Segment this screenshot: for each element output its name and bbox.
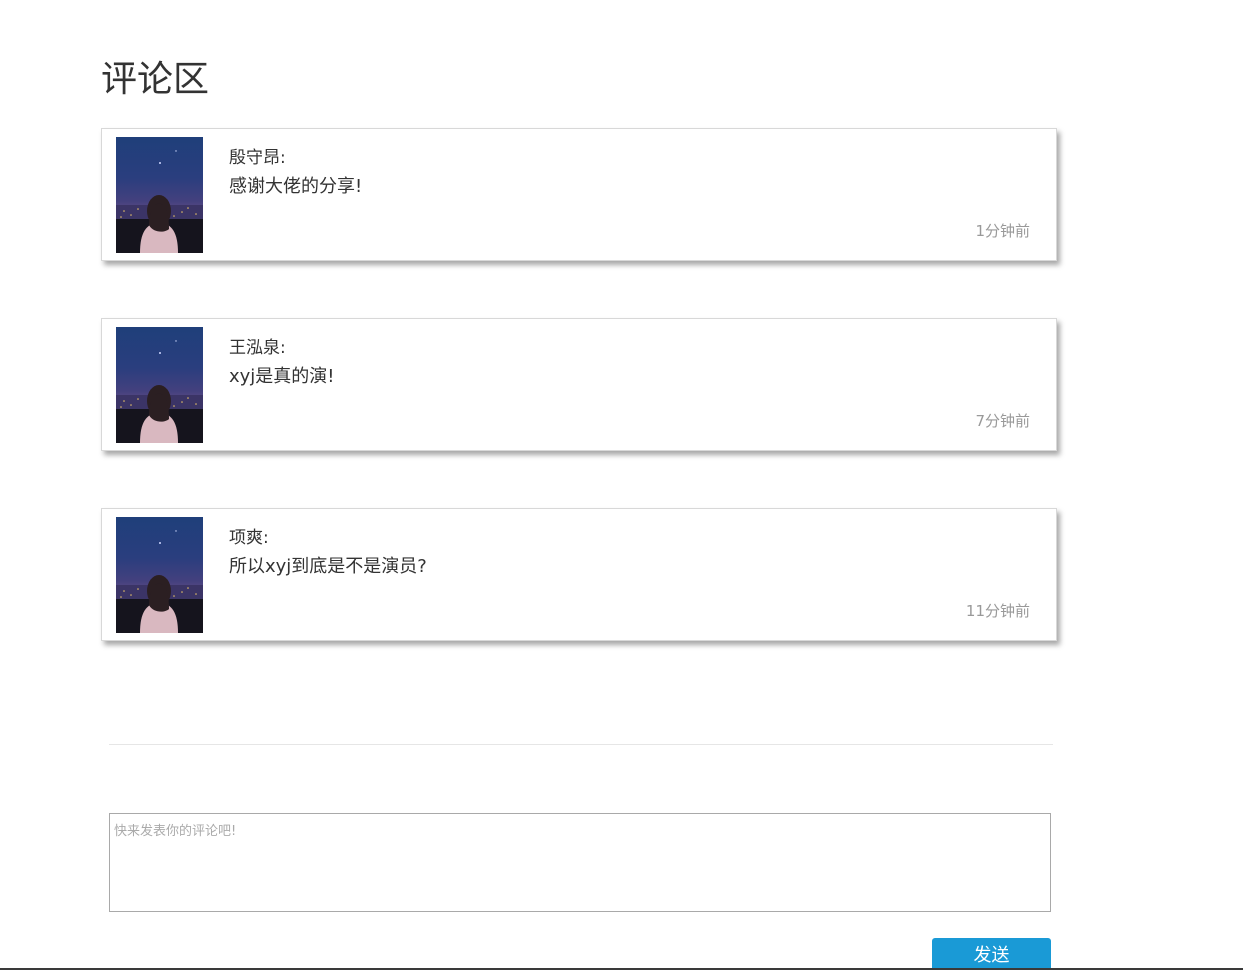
comment-card: 项爽: 所以xyj到底是不是演员? 11分钟前 <box>101 508 1057 641</box>
comment-card: 王泓泉: xyj是真的演! 7分钟前 <box>101 318 1057 451</box>
avatar[interactable] <box>116 517 203 633</box>
comment-page: 评论区 殷守昂: 感谢大佬的分享! 1分钟前 王泓泉: xyj是真的演! 7分钟… <box>0 0 1243 970</box>
comment-text: 所以xyj到底是不是演员? <box>229 556 427 577</box>
comment-author: 王泓泉: <box>229 338 286 358</box>
comment-card: 殷守昂: 感谢大佬的分享! 1分钟前 <box>101 128 1057 261</box>
comment-text: xyj是真的演! <box>229 366 335 387</box>
send-button[interactable]: 发送 <box>932 938 1051 970</box>
avatar[interactable] <box>116 137 203 253</box>
divider <box>109 744 1053 745</box>
comment-time: 1分钟前 <box>975 222 1030 240</box>
comment-time: 11分钟前 <box>965 602 1030 620</box>
comment-input[interactable] <box>109 813 1051 912</box>
avatar-night-city-girl-icon <box>116 150 203 253</box>
avatar[interactable] <box>116 327 203 443</box>
comment-time: 7分钟前 <box>975 412 1030 430</box>
comment-author: 殷守昂: <box>229 148 286 168</box>
avatar-night-city-girl-icon <box>116 530 203 633</box>
comment-author: 项爽: <box>229 528 269 548</box>
avatar-night-city-girl-icon <box>116 340 203 443</box>
page-title: 评论区 <box>101 59 210 100</box>
comment-text: 感谢大佬的分享! <box>229 176 363 197</box>
